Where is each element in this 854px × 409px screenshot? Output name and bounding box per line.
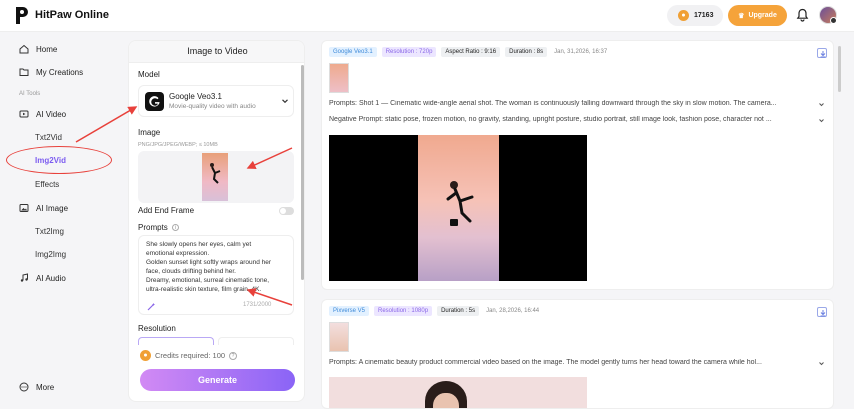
prompt-textarea[interactable]: She slowly opens her eyes, calm yet emot… xyxy=(138,235,294,315)
model-tag: Pixverse V5 xyxy=(329,306,370,316)
prompt-char-count: 1731/2000 xyxy=(243,302,272,308)
panel-title: Image to Video xyxy=(129,41,304,63)
chevron-down-icon[interactable] xyxy=(818,117,825,124)
card-tags: Pixverse V5 Resolution : 1080p Duration … xyxy=(329,306,539,316)
sidebar: Home My Creations AI Tools AI Video Txt2… xyxy=(0,32,118,409)
chevron-down-icon[interactable] xyxy=(818,360,825,367)
top-bar: HitPaw Online ● 17163 ♛ Upgrade xyxy=(0,0,854,32)
sidebar-item-label: AI Image xyxy=(36,203,69,213)
uploaded-image-thumbnail[interactable] xyxy=(202,153,228,201)
sidebar-item-effects[interactable]: Effects xyxy=(35,180,59,189)
card-date: Jan, 31,2026, 16:37 xyxy=(554,49,608,55)
sidebar-item-home[interactable]: Home xyxy=(19,44,57,54)
card-tags: Google Veo3.1 Resolution : 720p Aspect R… xyxy=(329,47,607,57)
image-icon xyxy=(19,204,29,212)
sidebar-item-ai-image[interactable]: AI Image xyxy=(19,203,68,213)
image-label: Image xyxy=(138,128,161,137)
prompts-heading: Prompts i xyxy=(138,223,179,232)
home-icon xyxy=(19,44,29,54)
results-scrollbar[interactable] xyxy=(838,46,841,92)
model-label: Model xyxy=(138,70,160,79)
chevron-down-icon[interactable] xyxy=(818,101,825,108)
hitpaw-logo-icon[interactable] xyxy=(14,6,30,25)
folder-icon xyxy=(19,68,29,76)
panel-scrollbar[interactable] xyxy=(301,65,304,280)
info-icon[interactable]: i xyxy=(171,224,179,231)
duration-tag: Duration : 5s xyxy=(437,306,480,316)
aspect-ratio-tag: Aspect Ratio : 9:16 xyxy=(441,47,501,57)
result-card: Pixverse V5 Resolution : 1080p Duration … xyxy=(321,299,834,409)
toggle-knob xyxy=(280,208,286,214)
music-note-icon xyxy=(20,273,28,282)
coin-icon: ● xyxy=(678,10,689,21)
model-select[interactable]: Google Veo3.1 Movie-quality video with a… xyxy=(138,85,294,117)
resolution-option[interactable] xyxy=(218,337,294,345)
chevron-down-icon[interactable] xyxy=(281,97,289,105)
sidebar-item-my-creations[interactable]: My Creations xyxy=(19,67,83,77)
resolution-option[interactable] xyxy=(138,337,214,345)
duration-tag: Duration : 8s xyxy=(505,47,548,57)
sidebar-item-img2img[interactable]: Img2Img xyxy=(35,250,66,259)
image-to-video-panel: Image to Video Model Google Veo3.1 Movie… xyxy=(128,40,305,402)
sidebar-item-label: More xyxy=(36,382,55,392)
resolution-tag: Resolution : 720p xyxy=(381,47,437,57)
card-date: Jan, 28,2026, 16:44 xyxy=(486,308,540,314)
annotation-oval xyxy=(6,146,112,174)
resolution-label: Resolution xyxy=(138,324,176,333)
sidebar-item-ai-audio[interactable]: AI Audio xyxy=(19,273,66,283)
sidebar-item-label: AI Video xyxy=(36,109,67,119)
download-icon[interactable] xyxy=(817,307,827,317)
sidebar-item-txt2img[interactable]: Txt2Img xyxy=(35,227,64,236)
bell-icon[interactable] xyxy=(796,8,809,22)
source-image-thumbnail[interactable] xyxy=(329,322,349,352)
sidebar-item-label: Home xyxy=(36,44,58,54)
card-prompt: Prompts: A cinematic beauty product comm… xyxy=(329,359,762,366)
upgrade-label: Upgrade xyxy=(748,12,777,19)
download-icon[interactable] xyxy=(817,48,827,58)
source-image-thumbnail[interactable] xyxy=(329,63,349,93)
credits-required: ● Credits required: 100 ? xyxy=(140,350,238,361)
upgrade-button[interactable]: ♛ Upgrade xyxy=(728,5,787,26)
prompt-text: She slowly opens her eyes, calm yet emot… xyxy=(146,241,272,293)
end-frame-label: Add End Frame xyxy=(138,206,195,215)
falling-woman-figure xyxy=(446,181,474,226)
result-card: Google Veo3.1 Resolution : 720p Aspect R… xyxy=(321,40,834,290)
card-negative-prompt: Negative Prompt: static pose, frozen mot… xyxy=(329,116,772,123)
magic-wand-icon[interactable] xyxy=(147,302,156,311)
image-upload-area[interactable] xyxy=(138,151,294,203)
more-icon xyxy=(19,382,29,392)
brand-name[interactable]: HitPaw Online xyxy=(35,9,109,21)
avatar-badge xyxy=(830,17,837,24)
sidebar-item-ai-video[interactable]: AI Video xyxy=(19,109,66,119)
model-face xyxy=(433,393,459,408)
sidebar-item-label: AI Audio xyxy=(36,273,66,283)
prompts-label: Prompts xyxy=(138,223,168,232)
video-icon xyxy=(19,110,29,118)
sidebar-item-label: My Creations xyxy=(36,67,84,77)
sidebar-item-txt2vid[interactable]: Txt2Vid xyxy=(35,133,62,142)
crown-icon: ♛ xyxy=(738,12,745,20)
model-tag: Google Veo3.1 xyxy=(329,47,377,57)
image-format-hint: PNG/JPG/JPEG/WEBP; ≤ 10MB xyxy=(138,142,218,148)
credits-count: 17163 xyxy=(694,12,714,19)
model-description: Movie-quality video with audio xyxy=(169,103,256,110)
model-name: Google Veo3.1 xyxy=(169,92,222,101)
generate-button[interactable]: Generate xyxy=(140,369,295,391)
credits-required-text: Credits required: 100 xyxy=(155,351,226,360)
sidebar-section-label: AI Tools xyxy=(19,91,41,97)
card-prompt: Prompts: Shot 1 — Cinematic wide-angle a… xyxy=(329,100,777,107)
video-frame xyxy=(418,135,499,281)
resolution-tag: Resolution : 1080p xyxy=(374,306,433,316)
coin-icon: ● xyxy=(140,350,151,361)
video-player[interactable] xyxy=(329,377,587,408)
video-player[interactable] xyxy=(329,135,587,281)
help-icon[interactable]: ? xyxy=(229,351,238,360)
credits-balance[interactable]: ● 17163 xyxy=(667,5,723,26)
google-logo-icon xyxy=(145,92,164,111)
sidebar-item-more[interactable]: More xyxy=(19,382,54,392)
